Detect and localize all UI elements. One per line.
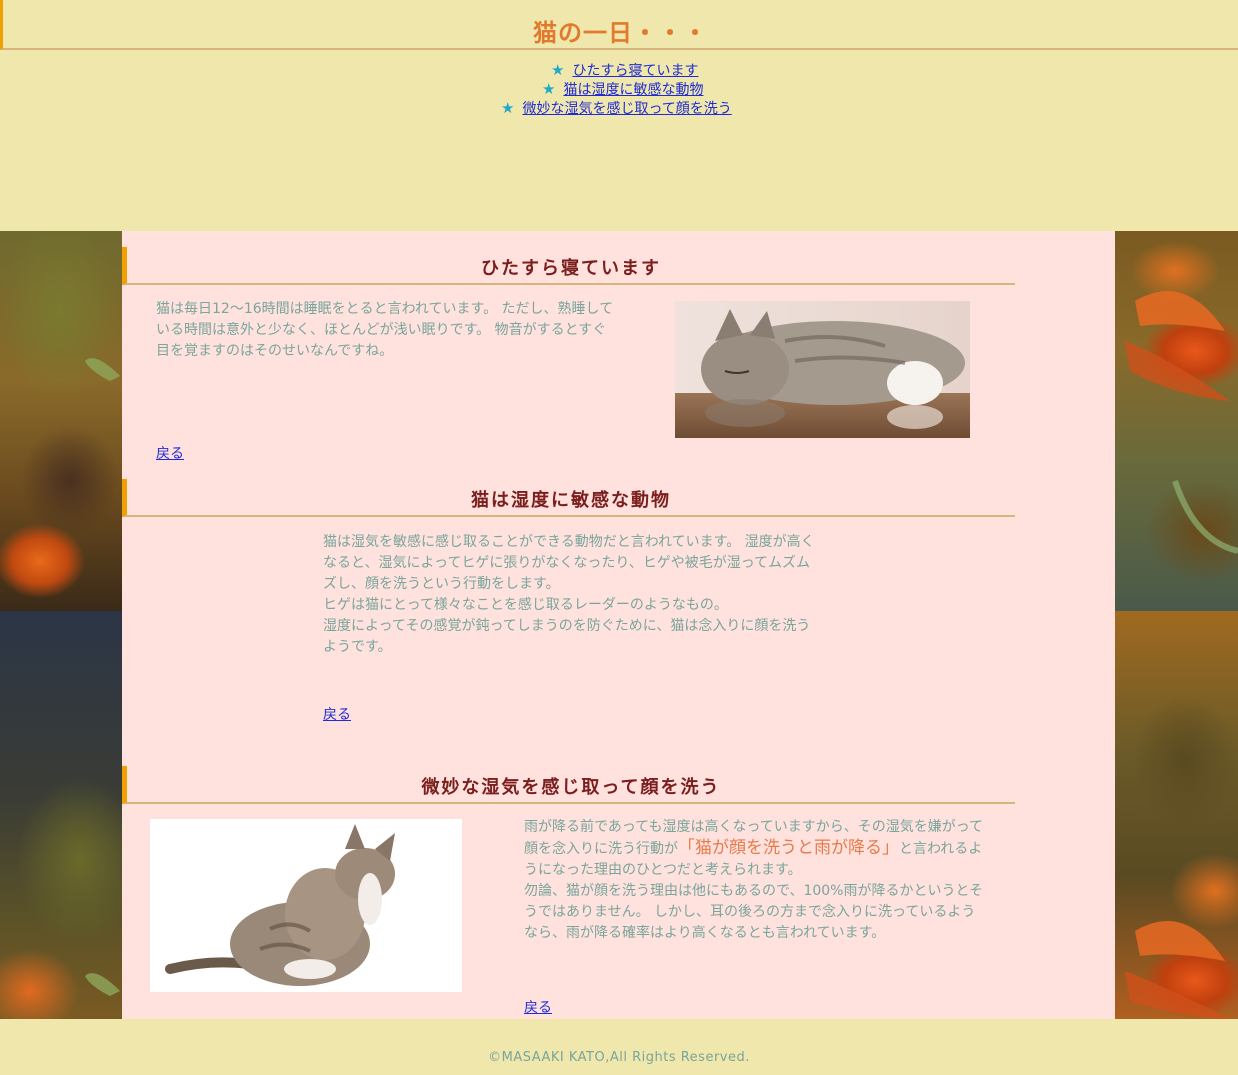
flower-background-right xyxy=(1115,231,1238,1019)
toc-link-sleeping[interactable]: ひたすら寝ています xyxy=(572,63,698,79)
section-text: 猫は湿気を敏感に感じ取ることができる動物だと言われています。 湿度が高くなると、… xyxy=(323,534,815,655)
section-text: 雨が降る前であっても湿度は高くなっていますから、その湿気を嫌がって顔を念入りに洗… xyxy=(524,819,984,941)
table-of-contents: ★ ひたすら寝ています ★ 猫は湿度に敏感な動物 ★ 微妙な湿気を感じ取って顔を洗う xyxy=(0,61,1238,118)
section-title: 猫は湿度に敏感な動物 xyxy=(471,490,671,511)
site-header: 猫の一日・・・ xyxy=(0,0,1238,50)
star-icon: ★ xyxy=(551,61,565,79)
highlight-proverb: 「猫が顔を洗うと雨が降る」 xyxy=(678,838,899,858)
back-link[interactable]: 戻る xyxy=(524,997,552,1017)
site-title: 猫の一日・・・ xyxy=(533,19,708,47)
back-link[interactable]: 戻る xyxy=(323,704,351,724)
section-title: ひたすら寝ています xyxy=(481,258,661,279)
main-content: ひたすら寝ています 猫は毎日12～16時間は睡眠をとると言われています。 ただし… xyxy=(122,231,1115,1019)
section-heading-face-washing: 微妙な湿気を感じ取って顔を洗う xyxy=(122,766,1015,804)
back-link[interactable]: 戻る xyxy=(156,443,184,463)
sleeping-cat-photo xyxy=(675,301,970,438)
toc-item: ★ ひたすら寝ています xyxy=(0,61,1238,80)
flower-background-left xyxy=(0,231,122,1019)
star-icon: ★ xyxy=(542,80,556,98)
toc-item: ★ 猫は湿度に敏感な動物 xyxy=(0,80,1238,99)
section-title: 微妙な湿気を感じ取って顔を洗う xyxy=(421,777,721,798)
cat-washing-face-photo xyxy=(150,819,462,992)
section-heading-sleeping: ひたすら寝ています xyxy=(122,247,1015,285)
toc-link-humidity[interactable]: 猫は湿度に敏感な動物 xyxy=(563,82,703,98)
toc-item: ★ 微妙な湿気を感じ取って顔を洗う xyxy=(0,99,1238,118)
footer-copyright: ©MASAAKI KATO,All Rights Reserved. xyxy=(488,1050,750,1065)
section-heading-humidity: 猫は湿度に敏感な動物 xyxy=(122,479,1015,517)
toc-link-face-washing[interactable]: 微妙な湿気を感じ取って顔を洗う xyxy=(522,101,731,117)
star-icon: ★ xyxy=(501,99,515,117)
section-text: 猫は毎日12～16時間は睡眠をとると言われています。 ただし、熟睡している時間は… xyxy=(156,301,614,359)
